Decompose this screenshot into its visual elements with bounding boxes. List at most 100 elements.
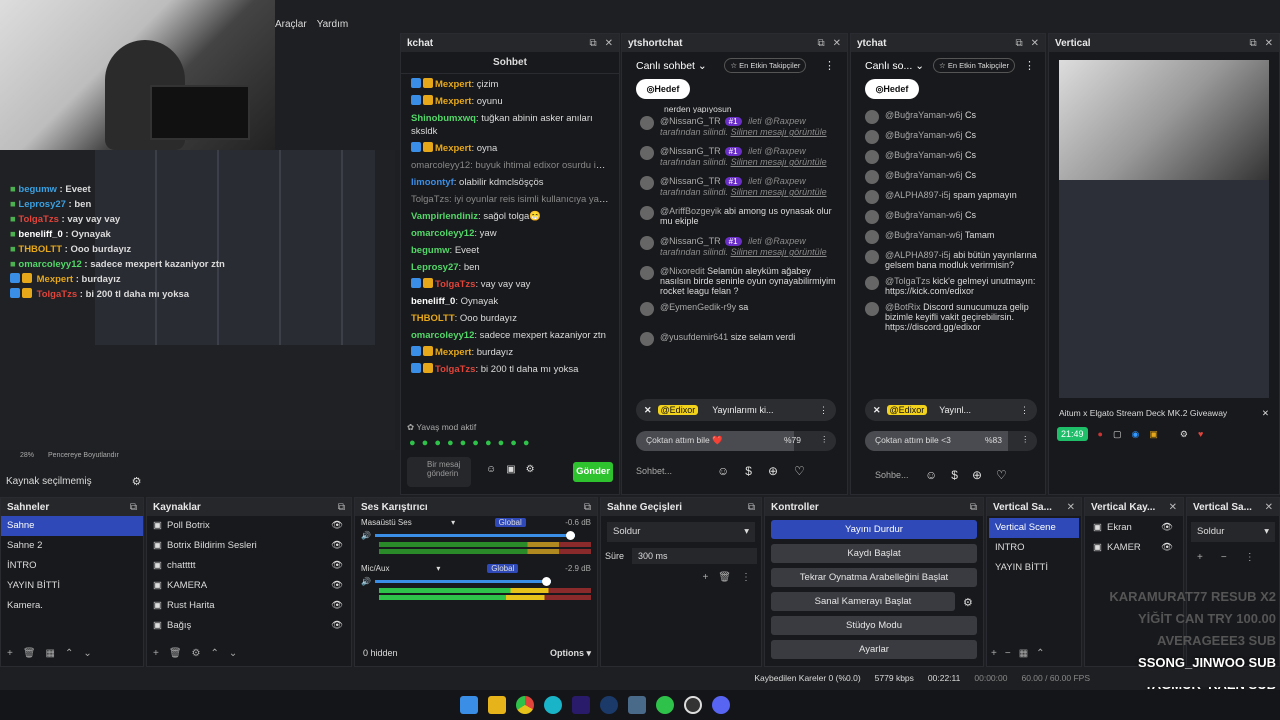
list-item[interactable]: ▣ Rust Harita 👁 (147, 596, 351, 616)
discord-icon[interactable] (712, 696, 730, 714)
premiere-icon[interactable] (572, 696, 590, 714)
down-icon[interactable]: ⌄ (229, 648, 237, 659)
chat-username[interactable]: Vampirlendiniz (411, 211, 478, 222)
goal-button[interactable]: ◎ Hedef (865, 79, 919, 99)
chat-username[interactable]: @BuğraYaman-w6j (885, 230, 963, 240)
zoom-level[interactable]: 28% (20, 452, 34, 459)
close-icon[interactable]: ✕ (1169, 502, 1177, 513)
gear-icon[interactable]: ⚙ (192, 648, 201, 659)
chat-username[interactable]: @NissanG_TR (660, 236, 721, 246)
transition-select[interactable]: Soldur ▾ (607, 522, 755, 542)
view-deleted-link[interactable]: Silinen mesajı görüntüle (731, 127, 827, 137)
minus-icon[interactable]: − (1005, 648, 1011, 659)
top-fans-button[interactable]: ☆ En Etkin Takipçiler (724, 58, 807, 73)
plus-icon[interactable]: ⊕ (768, 464, 778, 478)
eye-icon[interactable]: 👁 (1161, 518, 1173, 538)
chat-mode-select[interactable]: Canlı sohbet ⌄ (636, 60, 707, 72)
more-icon[interactable]: ⋮ (1024, 59, 1035, 72)
chevron-down-icon[interactable]: ▾ (436, 564, 440, 573)
chat-username[interactable]: @BuğraYaman-w6j (885, 170, 963, 180)
top-fans-button[interactable]: ☆ En Etkin Takipçiler (933, 58, 1015, 73)
list-item[interactable]: İNTRO (1, 556, 143, 576)
heart-icon[interactable]: ♥ (1198, 429, 1203, 439)
chat-username[interactable]: @TolgaTzs (885, 276, 930, 286)
steam-icon[interactable] (600, 696, 618, 714)
chat-username[interactable]: @yusufdemir641 (660, 332, 728, 342)
float-icon[interactable]: ⧉ (1249, 38, 1256, 49)
float-icon[interactable]: ⧉ (338, 502, 345, 513)
add-icon[interactable]: + (991, 648, 997, 659)
heart-icon[interactable]: ♡ (794, 464, 805, 478)
stream-icon[interactable]: ◉ (1131, 429, 1139, 440)
pause-icon[interactable]: ▢ (1113, 429, 1122, 440)
eye-icon[interactable]: 👁 (331, 556, 343, 576)
list-item[interactable]: Kamera. (1, 596, 143, 616)
eye-icon[interactable]: 👁 (331, 576, 343, 596)
close-icon[interactable]: ✕ (1031, 38, 1039, 49)
float-icon[interactable]: ⧉ (589, 38, 596, 49)
heart-icon[interactable]: ♡ (996, 468, 1007, 482)
list-item[interactable]: ▣ chattttt 👁 (147, 556, 351, 576)
add-icon[interactable]: + (153, 648, 159, 659)
pinned-message[interactable]: ✕ @Edixor Yayınlarımı ki... ⋮ (636, 399, 836, 421)
list-item[interactable]: Sahne (1, 516, 143, 536)
up-icon[interactable]: ⌃ (65, 648, 73, 659)
chat-username[interactable]: begumw (411, 245, 450, 256)
trash-icon[interactable]: 🗑 (718, 572, 731, 583)
chat-username[interactable]: @ALPHA897-i5j (885, 190, 951, 200)
currency-icon[interactable]: $ (951, 468, 958, 482)
gear-icon[interactable]: ⚙ (963, 596, 973, 609)
filter-icon[interactable]: ▦ (46, 648, 55, 659)
gear-icon[interactable]: ⚙ (132, 475, 142, 488)
start-icon[interactable] (460, 696, 478, 714)
app-icon[interactable] (628, 696, 646, 714)
obs-icon[interactable] (684, 696, 702, 714)
emoji-icon[interactable]: ☺ (717, 464, 729, 478)
chrome-icon[interactable] (516, 696, 534, 714)
chat-username[interactable]: @BuğraYaman-w6j (885, 150, 963, 160)
currency-icon[interactable]: $ (745, 464, 752, 478)
chat-username[interactable]: Mexpert (435, 79, 471, 90)
vertical-preview[interactable] (1059, 60, 1269, 398)
chat-username[interactable]: beneliff_0 (411, 296, 455, 307)
float-icon[interactable]: ⧉ (1015, 38, 1022, 49)
poll-bar[interactable]: Çoktan attım bile ❤️ %79 ⋮ (636, 431, 836, 451)
pinned-message[interactable]: ✕ @Edixor Yayınl... ⋮ (865, 399, 1037, 421)
gift-icon[interactable]: ▣ (506, 464, 515, 475)
chat-input[interactable]: Bir mesaj gönderin (407, 457, 471, 487)
options-button[interactable]: Options ▾ (550, 648, 591, 659)
add-icon[interactable]: + (702, 572, 708, 583)
chat-input[interactable]: Sohbe... (875, 470, 925, 480)
chat-username[interactable]: omarcoleyy12 (411, 330, 474, 341)
chat-username[interactable]: @BuğraYaman-w6j (885, 210, 963, 220)
float-icon[interactable]: ⧉ (130, 502, 137, 513)
chat-username[interactable]: Shinobumxwq (411, 113, 476, 124)
up-icon[interactable]: ⌃ (211, 648, 219, 659)
more-icon[interactable]: ⋮ (1245, 552, 1255, 563)
duration-input[interactable]: 300 ms (632, 548, 757, 564)
start-recording-button[interactable]: Kaydı Başlat (771, 544, 977, 563)
eye-icon[interactable]: 👁 (331, 536, 343, 556)
eye-icon[interactable]: 👁 (331, 516, 343, 536)
chat-username[interactable]: @NissanG_TR (660, 116, 721, 126)
chat-username[interactable]: omarcoleyy12 (411, 228, 474, 239)
emoji-icon[interactable]: ☺ (486, 464, 496, 475)
close-icon[interactable]: ✕ (1265, 38, 1273, 49)
view-deleted-link[interactable]: Silinen mesajı görüntüle (731, 157, 827, 167)
virtual-camera-button[interactable]: Sanal Kamerayı Başlat (771, 592, 955, 611)
live-time[interactable]: 21:49 (1057, 427, 1088, 441)
chat-input[interactable]: Sohbet... (636, 466, 716, 476)
float-icon[interactable]: ⧉ (748, 502, 755, 513)
edge-icon[interactable] (544, 696, 562, 714)
chat-username[interactable]: Mexpert (435, 347, 471, 358)
list-item[interactable]: ▣ Poll Botrix 👁 (147, 516, 351, 536)
settings-icon[interactable]: ⚙ (526, 464, 535, 475)
minus-icon[interactable]: − (1221, 552, 1227, 563)
eye-icon[interactable]: 👁 (331, 596, 343, 616)
float-icon[interactable]: ⧉ (970, 502, 977, 513)
chat-mode-select[interactable]: Canlı so... ⌄ (865, 60, 924, 72)
list-item[interactable]: INTRO (989, 538, 1079, 558)
list-item[interactable]: ▣ Botrix Bildirim Sesleri 👁 (147, 536, 351, 556)
plus-icon[interactable]: ⊕ (972, 468, 982, 482)
volume-slider[interactable] (374, 531, 575, 540)
